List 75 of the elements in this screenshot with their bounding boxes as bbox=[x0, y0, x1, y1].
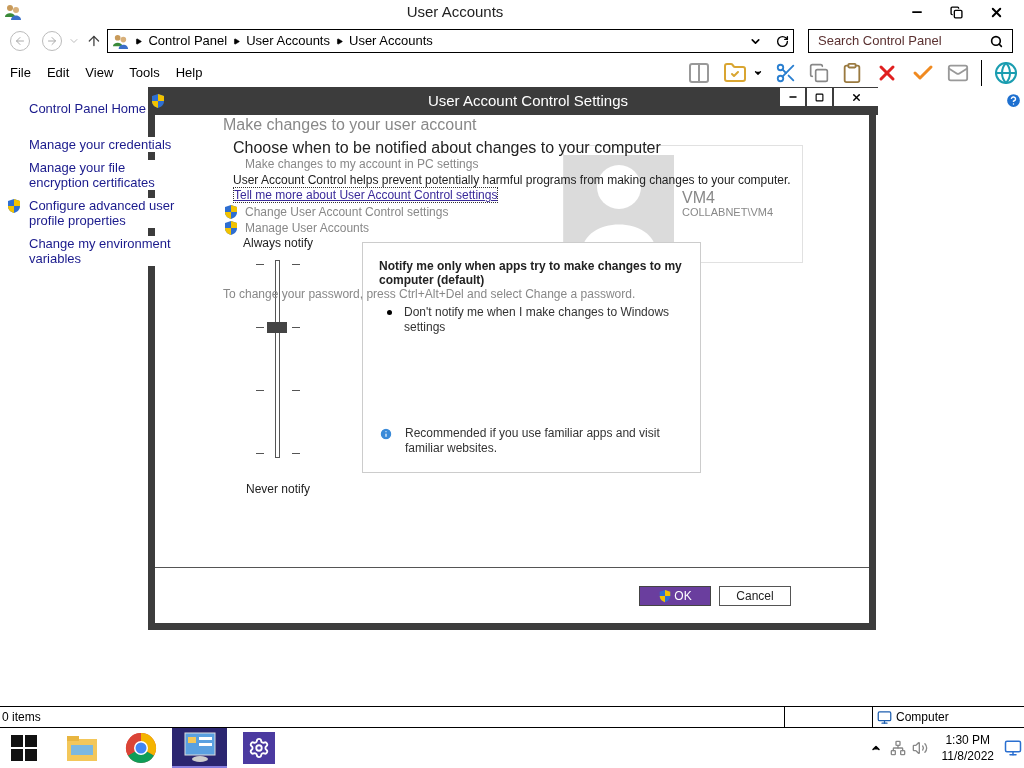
close-icon bbox=[850, 91, 862, 103]
menu-item[interactable]: Help bbox=[175, 63, 203, 83]
restore-icon[interactable] bbox=[950, 5, 963, 19]
slider-top-label: Always notify bbox=[243, 236, 313, 250]
taskbar-app[interactable] bbox=[172, 728, 227, 768]
network-icon[interactable] bbox=[889, 740, 906, 756]
search-field[interactable]: Search Control Panel bbox=[808, 29, 1013, 53]
breadcrumb[interactable]: User Accounts bbox=[349, 31, 433, 51]
search-icon[interactable] bbox=[990, 34, 1003, 48]
help-icon[interactable] bbox=[1005, 92, 1022, 109]
sidebar-link[interactable]: Control Panel Home bbox=[29, 101, 147, 116]
panel-title: Notify me only when apps try to make changes to my computer (default) bbox=[379, 259, 683, 287]
status-text: 0 items bbox=[1, 709, 42, 726]
refresh-icon[interactable] bbox=[776, 34, 789, 48]
shield-icon bbox=[150, 93, 166, 109]
search-field[interactable]: Search Control Panel bbox=[818, 31, 990, 51]
show-desktop-icon[interactable] bbox=[1004, 739, 1022, 757]
sidebar-link[interactable]: Manage your credentials bbox=[29, 137, 172, 152]
ok-button[interactable]: OK bbox=[639, 585, 711, 606]
globe-icon[interactable] bbox=[994, 61, 1018, 85]
menu-item[interactable]: Tools bbox=[129, 63, 160, 83]
window-title: User Accounts bbox=[406, 1, 504, 22]
menu-item[interactable]: File bbox=[10, 63, 31, 83]
cancel-button[interactable]: Cancel bbox=[719, 585, 791, 606]
dialog-description: User Account Control helps prevent potentially harmful programs from making changes to your computer. bbox=[233, 173, 791, 187]
dropdown-icon[interactable] bbox=[753, 68, 763, 78]
panel-bullet: Don't notify me when I make changes to Windows settings bbox=[404, 305, 671, 335]
page-heading: Make changes to your user account bbox=[223, 116, 477, 134]
copy-icon[interactable] bbox=[809, 63, 829, 83]
shield-icon bbox=[223, 204, 239, 220]
close-button[interactable] bbox=[834, 88, 878, 106]
chrome-icon bbox=[124, 732, 157, 764]
shield-icon bbox=[6, 198, 22, 214]
users-icon bbox=[112, 32, 130, 50]
breadcrumb-arrow-icon[interactable] bbox=[135, 37, 143, 45]
page-link[interactable]: Manage User Accounts bbox=[245, 221, 370, 235]
layout-icon[interactable] bbox=[687, 61, 711, 85]
dialog-title: User Account Control Settings bbox=[427, 90, 629, 111]
menu-item[interactable]: View bbox=[85, 63, 114, 83]
clock-time[interactable]: 1:30 PM bbox=[945, 732, 991, 748]
status-location: Computer bbox=[896, 709, 949, 726]
page-link[interactable]: Change User Account Control settings bbox=[245, 205, 449, 219]
dialog-heading: Choose when to be notified about changes to your computer bbox=[233, 139, 661, 157]
control-panel-icon bbox=[182, 731, 217, 763]
user-account: COLLABNET\VM4 bbox=[682, 206, 774, 219]
folder-icon bbox=[64, 733, 99, 763]
help-link[interactable]: Tell me more about User Account Control settings bbox=[233, 187, 499, 203]
address-bar[interactable]: Control Panel User Accounts User Accounts bbox=[107, 29, 794, 53]
clipboard-icon[interactable] bbox=[841, 62, 863, 84]
clock-date[interactable]: 11/8/2022 bbox=[941, 748, 994, 764]
arrow-right-icon bbox=[45, 35, 58, 47]
page-link[interactable]: Make changes to my account in PC settings bbox=[245, 158, 479, 171]
bullet-icon bbox=[387, 310, 392, 315]
arrow-left-icon bbox=[13, 35, 26, 47]
user-name: VM4 bbox=[682, 189, 716, 206]
gear-icon bbox=[242, 732, 275, 764]
panel-note: Recommended if you use familiar apps and visit familiar websites. bbox=[405, 426, 661, 456]
breadcrumb[interactable]: Control Panel bbox=[148, 31, 228, 51]
shield-icon bbox=[223, 220, 239, 236]
breadcrumb-arrow-icon[interactable] bbox=[233, 37, 241, 45]
maximize-icon bbox=[815, 92, 824, 102]
menu-item[interactable]: Edit bbox=[46, 63, 70, 83]
info-icon bbox=[379, 427, 393, 441]
volume-icon[interactable] bbox=[911, 740, 928, 756]
windows-icon bbox=[11, 735, 37, 761]
minimize-button[interactable] bbox=[780, 88, 805, 106]
maximize-button[interactable] bbox=[807, 88, 832, 106]
computer-icon bbox=[877, 709, 892, 725]
breadcrumb[interactable]: User Accounts bbox=[246, 31, 330, 51]
breadcrumb-arrow-icon[interactable] bbox=[336, 37, 343, 45]
mail-icon[interactable] bbox=[947, 62, 969, 84]
slider-bottom-label: Never notify bbox=[246, 481, 310, 498]
shield-icon bbox=[658, 588, 673, 603]
users-icon bbox=[4, 3, 22, 21]
scissors-icon[interactable] bbox=[775, 62, 797, 84]
